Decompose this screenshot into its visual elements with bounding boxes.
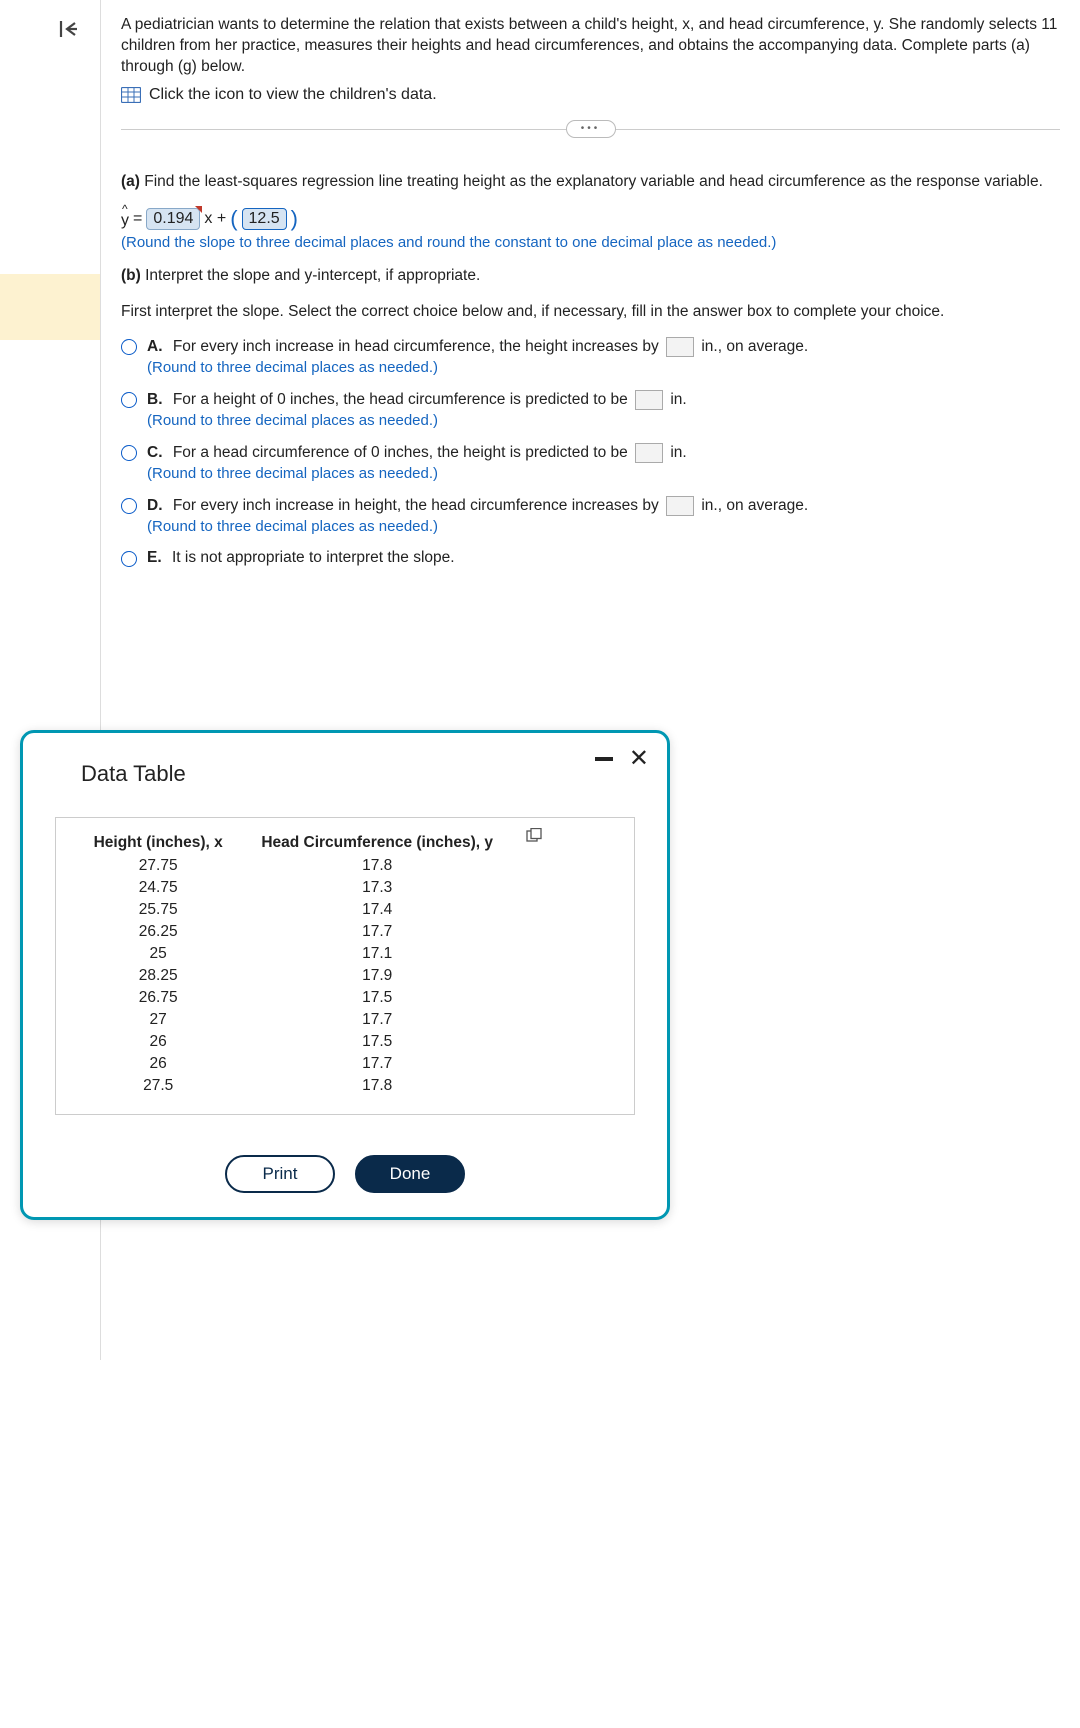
choice-c[interactable]: C. For a head circumference of 0 inches,… <box>121 443 1060 482</box>
intercept-input[interactable]: 12.5 <box>242 208 287 230</box>
table-row: 28.2517.9 <box>78 966 514 986</box>
table-row: 2617.5 <box>78 1032 514 1052</box>
choice-b-input[interactable] <box>635 390 663 410</box>
col-height-header: Height (inches), x <box>78 832 238 854</box>
table-row: 25.7517.4 <box>78 900 514 920</box>
data-table: Height (inches), x Head Circumference (i… <box>76 830 516 1098</box>
data-table-modal: ✕ Data Table Height (inches), x Head Cir… <box>20 730 670 1220</box>
done-button[interactable]: Done <box>355 1155 465 1193</box>
data-link-text[interactable]: Click the icon to view the children's da… <box>149 86 437 104</box>
part-b-instruction: First interpret the slope. Select the co… <box>121 301 1060 323</box>
part-b-text: (b) Interpret the slope and y-intercept,… <box>121 265 1060 287</box>
radio-e[interactable] <box>121 551 137 567</box>
copy-data-icon[interactable] <box>526 828 542 842</box>
slope-input[interactable]: 0.194 <box>146 208 200 230</box>
minimize-button[interactable] <box>595 757 613 761</box>
part-a-text: (a) Find the least-squares regression li… <box>121 171 1060 193</box>
radio-b[interactable] <box>121 392 137 408</box>
print-button[interactable]: Print <box>225 1155 335 1193</box>
radio-d[interactable] <box>121 498 137 514</box>
current-part-highlight <box>0 274 100 340</box>
problem-statement: A pediatrician wants to determine the re… <box>121 15 1060 78</box>
choice-d[interactable]: D. For every inch increase in height, th… <box>121 496 1060 535</box>
expand-more-button[interactable]: ••• <box>566 120 616 138</box>
choice-a-input[interactable] <box>666 337 694 357</box>
radio-a[interactable] <box>121 339 137 355</box>
choice-e[interactable]: E. It is not appropriate to interpret th… <box>121 549 1060 567</box>
choice-d-input[interactable] <box>666 496 694 516</box>
table-row: 2717.7 <box>78 1010 514 1030</box>
table-row: 26.7517.5 <box>78 988 514 1008</box>
collapse-sidebar-button[interactable] <box>55 15 83 43</box>
choice-b[interactable]: B. For a height of 0 inches, the head ci… <box>121 390 1060 429</box>
table-row: 24.7517.3 <box>78 878 514 898</box>
modal-title: Data Table <box>81 761 639 787</box>
table-row: 2617.7 <box>78 1054 514 1074</box>
col-circumference-header: Head Circumference (inches), y <box>240 832 514 854</box>
table-row: 27.517.8 <box>78 1076 514 1096</box>
round-note-a: (Round the slope to three decimal places… <box>121 234 1060 251</box>
table-row: 2517.1 <box>78 944 514 964</box>
radio-c[interactable] <box>121 445 137 461</box>
close-button[interactable]: ✕ <box>629 747 649 771</box>
table-row: 27.7517.8 <box>78 856 514 876</box>
choice-c-input[interactable] <box>635 443 663 463</box>
choice-a[interactable]: A. For every inch increase in head circu… <box>121 337 1060 376</box>
regression-equation: y = 0.194 x + ( 12.5 ) <box>121 206 1060 232</box>
data-table-icon[interactable] <box>121 87 141 103</box>
table-row: 26.2517.7 <box>78 922 514 942</box>
